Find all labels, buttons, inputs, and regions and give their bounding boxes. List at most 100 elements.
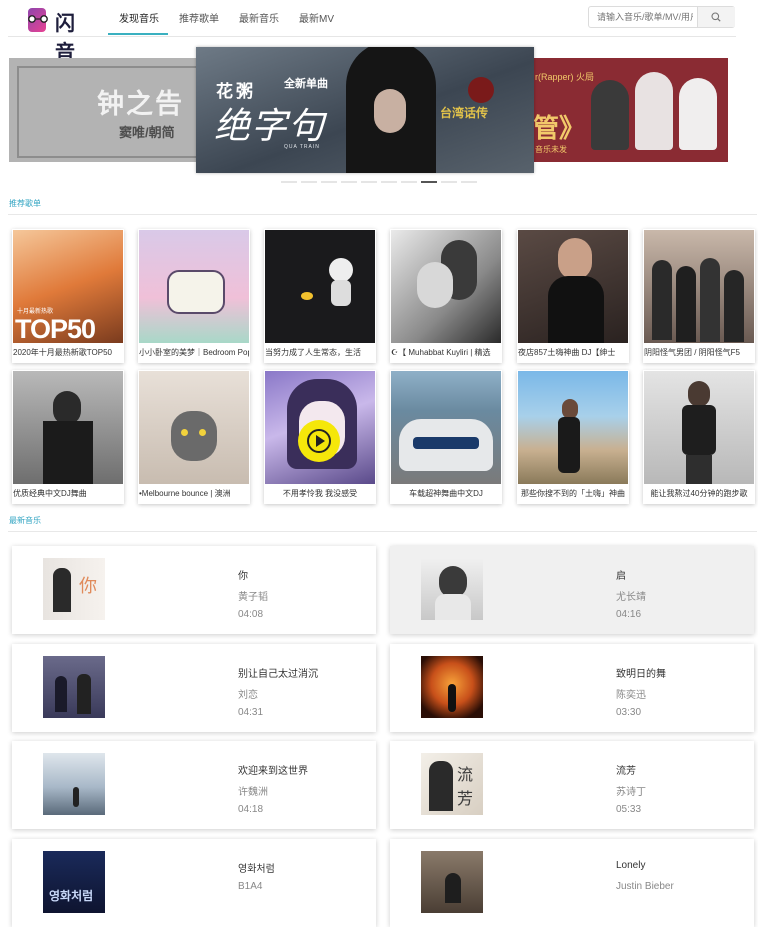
top-bar: 闪音 发现音乐 推荐歌单 最新音乐 最新MV bbox=[0, 0, 758, 64]
playlist-cover bbox=[518, 371, 628, 484]
song-artist: 黄子韬 bbox=[238, 592, 268, 603]
song-card[interactable]: 欢迎来到这世界 许魏洲 04:18 bbox=[12, 741, 376, 829]
song-card[interactable]: Lonely Justin Bieber bbox=[390, 839, 754, 927]
song-artist: 尤长靖 bbox=[616, 592, 646, 603]
playlist-name: 2020年十月最热新歌TOP50 bbox=[13, 348, 112, 357]
tab-recommended-playlists[interactable]: 推荐歌单 bbox=[179, 10, 219, 25]
song-title: 别让自己太过消沉 bbox=[238, 669, 318, 680]
carousel-dot-active[interactable] bbox=[421, 181, 437, 183]
slide-title: 钟之告 bbox=[97, 89, 184, 120]
playlist-cover bbox=[139, 230, 249, 343]
song-card[interactable]: 别让自己太过消沉 刘恋 04:31 bbox=[12, 644, 376, 732]
carousel-dot[interactable] bbox=[301, 181, 317, 183]
search-input[interactable] bbox=[597, 10, 693, 24]
playlist-name: •Melbourne bounce | 澳洲 bbox=[139, 489, 231, 498]
tab-latest-mv[interactable]: 最新MV bbox=[299, 10, 334, 25]
play-button[interactable] bbox=[298, 420, 340, 462]
song-title: 欢迎来到这世界 bbox=[238, 766, 308, 777]
carousel-slide-prev[interactable]: 钟之告 窦唯/朝简 bbox=[9, 58, 199, 162]
playlist-card[interactable]: 那些你搜不到的「土嗨」神曲 bbox=[517, 370, 629, 504]
slide-subtitle: QUA TRAIN bbox=[284, 144, 320, 150]
song-title: Lonely bbox=[616, 860, 646, 871]
slide-face bbox=[374, 89, 406, 133]
slide-new-single-label: 全新单曲 bbox=[284, 78, 328, 90]
song-cover bbox=[43, 753, 105, 815]
playlist-name: 小小卧室的美梦｜Bedroom Pop bbox=[139, 348, 249, 357]
song-duration: 04:31 bbox=[238, 707, 264, 718]
playlist-card[interactable]: 小小卧室的美梦｜Bedroom Pop bbox=[138, 229, 250, 363]
carousel-slide-next[interactable]: r(Rapper) 火局 管》 音乐未发 bbox=[533, 58, 728, 162]
song-title: 启 bbox=[616, 571, 626, 582]
song-artist: 陈奕迅 bbox=[616, 690, 646, 701]
play-triangle-icon bbox=[316, 435, 325, 447]
playlist-card[interactable]: •Melbourne bounce | 澳洲 bbox=[138, 370, 250, 504]
carousel-dot[interactable] bbox=[321, 181, 337, 183]
playlist-name: 那些你搜不到的「土嗨」神曲 bbox=[521, 489, 625, 498]
song-card[interactable]: 你 你 黄子韬 04:08 bbox=[12, 546, 376, 634]
playlist-card[interactable]: 能让我熬过40分钟的跑步歌 bbox=[643, 370, 755, 504]
slide-tagline: r(Rapper) 火局 bbox=[535, 72, 595, 82]
song-title: 致明日的舞 bbox=[616, 669, 666, 680]
glasses-icon bbox=[28, 15, 48, 23]
song-title: 流芳 bbox=[616, 766, 636, 777]
song-duration: 03:30 bbox=[616, 707, 642, 718]
carousel-dot[interactable] bbox=[461, 181, 477, 183]
playlist-cover bbox=[644, 371, 754, 484]
slide-person bbox=[679, 78, 717, 150]
logo[interactable]: 闪音 bbox=[24, 4, 96, 64]
song-cover: 流芳 bbox=[421, 753, 483, 815]
song-artist: 苏诗丁 bbox=[616, 787, 646, 798]
playlist-cover bbox=[518, 230, 628, 343]
playlist-card[interactable]: 当努力成了人生常态，生活 bbox=[264, 229, 376, 363]
tab-latest-music[interactable]: 最新音乐 bbox=[239, 10, 279, 25]
song-title: 영화처럼 bbox=[238, 864, 275, 875]
song-artist: B1A4 bbox=[238, 881, 263, 892]
song-duration: 04:08 bbox=[238, 609, 264, 620]
search-button[interactable] bbox=[697, 7, 735, 27]
song-cover bbox=[43, 656, 105, 718]
playlist-cover: 十月最新热歌 TOP50 bbox=[13, 230, 123, 343]
playlist-card[interactable]: 不用孝怜我 我没感受 bbox=[264, 370, 376, 504]
carousel-dot[interactable] bbox=[281, 181, 297, 183]
song-card[interactable]: 启 尤长靖 04:16 bbox=[390, 546, 754, 634]
playlist-cover bbox=[391, 371, 501, 484]
playlist-card[interactable]: 夜店857土嗨神曲 DJ【绅士 bbox=[517, 229, 629, 363]
playlist-name: 车载超神舞曲中文DJ bbox=[409, 489, 483, 498]
slide-headline: 绝字句 bbox=[214, 106, 326, 147]
song-duration: 05:33 bbox=[616, 804, 642, 815]
song-card[interactable]: 영화처럼 영화처럼 B1A4 bbox=[12, 839, 376, 927]
playlist-cover bbox=[139, 371, 249, 484]
playlist-card[interactable]: 阴阳怪气男团 / 阴阳怪气F5 bbox=[643, 229, 755, 363]
playlist-card[interactable]: 优质经典中文DJ舞曲 bbox=[12, 370, 124, 504]
song-cover bbox=[421, 558, 483, 620]
carousel-dot[interactable] bbox=[401, 181, 417, 183]
slide-person bbox=[591, 80, 629, 150]
playlist-name: ☪【 Muhabbat Kuyliri | 精选 bbox=[391, 348, 491, 357]
carousel-dot[interactable] bbox=[361, 181, 377, 183]
song-cover: 你 bbox=[43, 558, 105, 620]
carousel-dot[interactable] bbox=[381, 181, 397, 183]
song-cover bbox=[421, 656, 483, 718]
playlist-card[interactable]: 车载超神舞曲中文DJ bbox=[390, 370, 502, 504]
slide-side-text: 台湾话传 bbox=[440, 106, 489, 120]
song-card[interactable]: 致明日的舞 陈奕迅 03:30 bbox=[390, 644, 754, 732]
slide-artists: 窦唯/朝简 bbox=[119, 125, 175, 140]
song-card[interactable]: 流芳 流芳 苏诗丁 05:33 bbox=[390, 741, 754, 829]
song-duration: 04:16 bbox=[616, 609, 642, 620]
playlist-name: 优质经典中文DJ舞曲 bbox=[13, 489, 87, 498]
playlist-card[interactable]: ☪【 Muhabbat Kuyliri | 精选 bbox=[390, 229, 502, 363]
section-divider bbox=[8, 214, 757, 215]
search-icon bbox=[711, 12, 721, 22]
tab-discover-music[interactable]: 发现音乐 bbox=[119, 10, 159, 25]
playlist-cover bbox=[13, 371, 123, 484]
song-artist: Justin Bieber bbox=[616, 881, 674, 892]
playlist-card[interactable]: 十月最新热歌 TOP50 2020年十月最热新歌TOP50 bbox=[12, 229, 124, 363]
song-artist: 许魏洲 bbox=[238, 787, 268, 798]
active-tab-indicator bbox=[108, 33, 168, 35]
carousel-dot[interactable] bbox=[341, 181, 357, 183]
carousel-dot[interactable] bbox=[441, 181, 457, 183]
song-artist: 刘恋 bbox=[238, 690, 258, 701]
slide-footer: 音乐未发 bbox=[535, 145, 567, 154]
carousel-slide-active[interactable]: 花粥 全新单曲 绝字句 QUA TRAIN 台湾话传 bbox=[196, 47, 534, 173]
section-divider bbox=[8, 531, 757, 532]
